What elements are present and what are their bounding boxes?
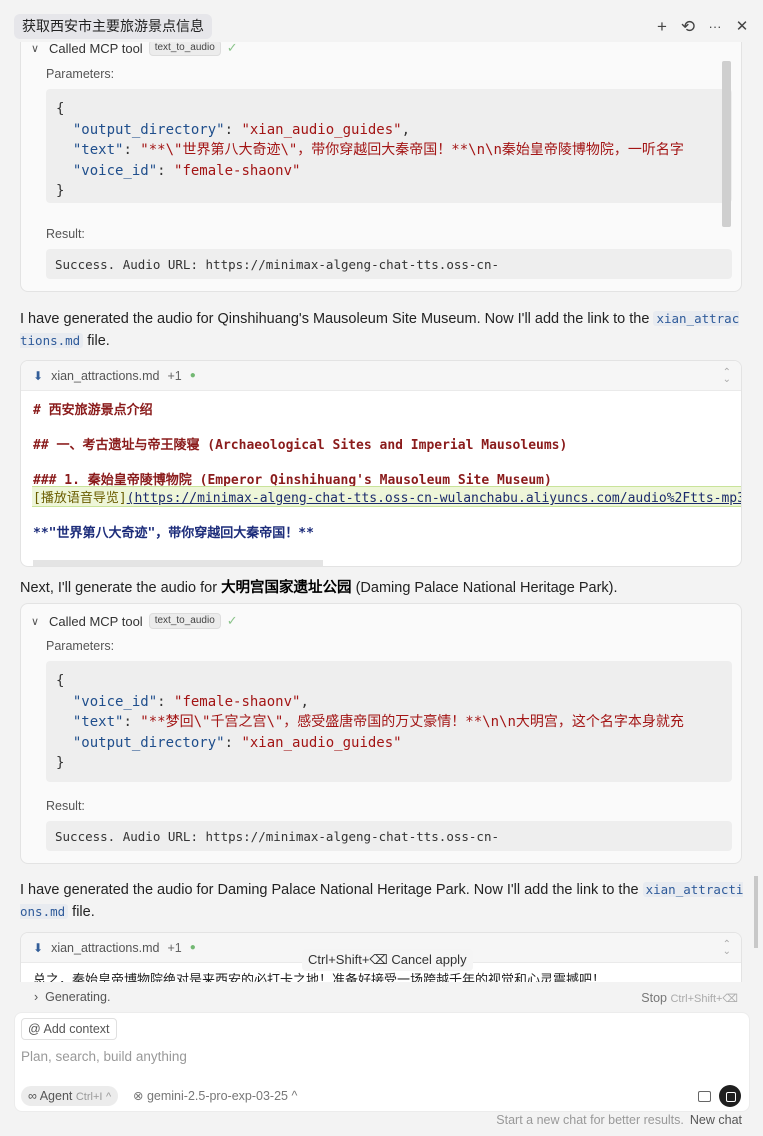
- json-value: "xian_audio_guides": [241, 734, 402, 751]
- expand-icon[interactable]: ⌃ ⌄: [723, 368, 731, 385]
- tool-name-badge: text_to_audio: [148, 613, 221, 629]
- infinity-icon: ∞: [28, 1089, 40, 1103]
- result-output: Success. Audio URL: https://minimax-alge…: [46, 821, 732, 851]
- new-chat-link[interactable]: New chat: [690, 1113, 742, 1127]
- check-icon: ✓: [226, 42, 238, 55]
- parameters-label: Parameters:: [46, 639, 115, 653]
- history-icon[interactable]: ⟲: [678, 17, 698, 37]
- expand-icon[interactable]: ⌃ ⌄: [723, 940, 731, 957]
- tool-call-card: ∨ Called MCP tool text_to_audio ✓ Parame…: [20, 603, 742, 864]
- stop-generation-button[interactable]: [719, 1085, 741, 1107]
- scrollbar[interactable]: [754, 876, 758, 948]
- chat-input-placeholder[interactable]: Plan, search, build anything: [21, 1049, 187, 1064]
- at-icon: @: [28, 1022, 44, 1036]
- chevron-up-icon: ^: [105, 1091, 112, 1103]
- md-line: ## 一、考古遗址与帝王陵寝 (Archaeological Sites and…: [33, 438, 568, 453]
- json-key: "text": [72, 142, 124, 158]
- result-label: Result:: [46, 227, 85, 241]
- md-line: # 西安旅游景点介绍: [33, 403, 153, 418]
- chat-header: 获取西安市主要旅游景点信息 + ⟲ ··· ✕: [14, 14, 758, 42]
- change-count: +1: [167, 940, 182, 955]
- json-value: "female-shaonv": [174, 162, 301, 179]
- tool-call-label: Called MCP tool: [49, 42, 143, 56]
- json-value: "**梦回\"千宫之宫\"，感受盛唐帝国的万丈豪情！**\n\n大明宫，这个名字…: [140, 714, 684, 730]
- download-arrow-icon: ⬇: [33, 368, 44, 383]
- parameters-json: { "output_directory": "xian_audio_guides…: [46, 89, 732, 203]
- cancel-apply-tooltip: Ctrl+Shift+⌫ Cancel apply: [302, 949, 473, 971]
- download-arrow-icon: ⬇: [33, 940, 44, 955]
- result-output: Success. Audio URL: https://minimax-alge…: [46, 249, 732, 279]
- add-context-button[interactable]: @ Add context: [21, 1018, 117, 1040]
- check-icon: ✓: [226, 613, 238, 628]
- close-icon[interactable]: ✕: [732, 17, 752, 37]
- result-label: Result:: [46, 799, 85, 813]
- tool-call-header[interactable]: ∨ Called MCP tool text_to_audio ✓: [31, 612, 238, 630]
- tool-call-label: Called MCP tool: [49, 613, 143, 629]
- horizontal-scrollbar[interactable]: [33, 560, 323, 566]
- md-link-text: [播放语音导览]: [33, 491, 127, 506]
- parameters-label: Parameters:: [46, 67, 115, 81]
- generating-status[interactable]: › Generating.: [34, 990, 110, 1004]
- chat-title[interactable]: 获取西安市主要旅游景点信息: [14, 14, 212, 39]
- chat-messages: ∨ Called MCP tool text_to_audio ✓ Parame…: [6, 42, 758, 982]
- file-name: xian_attractions.md: [51, 368, 160, 383]
- json-key: "voice_id": [72, 693, 158, 710]
- md-line: **"世界第八大奇迹"，带你穿越回大秦帝国！**: [33, 526, 314, 541]
- scrollbar[interactable]: [722, 61, 731, 227]
- tool-call-header[interactable]: ∨ Called MCP tool text_to_audio ✓: [31, 42, 238, 57]
- json-value: "female-shaonv": [174, 693, 301, 710]
- footer-hint: Start a new chat for better results.: [496, 1113, 684, 1127]
- tool-call-card: ∨ Called MCP tool text_to_audio ✓ Parame…: [20, 42, 742, 292]
- chevron-up-icon: ^: [291, 1089, 298, 1103]
- new-chat-icon[interactable]: +: [652, 17, 672, 37]
- model-selector[interactable]: ⊗ gemini-2.5-pro-exp-03-25 ^: [133, 1088, 297, 1103]
- chevron-down-icon: ∨: [31, 42, 40, 55]
- json-key: "output_directory": [72, 734, 225, 751]
- json-key: "output_directory": [72, 121, 225, 138]
- bold-text: 大明宫国家遗址公园: [221, 580, 352, 596]
- parameters-json: { "voice_id": "female-shaonv", "text": "…: [46, 661, 732, 782]
- chevron-down-icon: ∨: [31, 615, 40, 628]
- json-key: "voice_id": [72, 162, 158, 179]
- md-added-line: [播放语音导览](https://minimax-algeng-chat-tts…: [32, 486, 741, 507]
- more-icon[interactable]: ···: [705, 17, 725, 37]
- file-edit-header[interactable]: ⬇ xian_attractions.md +1 ● ⌃ ⌄: [21, 361, 741, 391]
- image-icon[interactable]: [698, 1091, 711, 1102]
- tool-name-badge: text_to_audio: [148, 42, 221, 56]
- chat-panel: 获取西安市主要旅游景点信息 + ⟲ ··· ✕ ∨ Called MCP too…: [6, 8, 758, 1128]
- assistant-message: Next, I'll generate the audio for 大明宫国家遗…: [20, 580, 618, 596]
- change-count: +1: [167, 368, 182, 383]
- composer: › Generating. Stop Ctrl+Shift+⌫ @ Add co…: [6, 982, 758, 1117]
- footer: Start a new chat for better results. New …: [496, 1113, 742, 1127]
- agent-mode-selector[interactable]: ∞ Agent Ctrl+I ^: [21, 1086, 119, 1106]
- json-value: "xian_audio_guides": [241, 121, 402, 138]
- file-edit-card: ⬇ xian_attractions.md +1 ● ⌃ ⌄ # 西安旅游景点介绍…: [20, 360, 742, 567]
- json-key: "text": [72, 714, 124, 730]
- file-name: xian_attractions.md: [51, 940, 160, 955]
- model-icon: ⊗: [133, 1089, 147, 1103]
- status-dot-icon: ●: [189, 942, 196, 953]
- json-value: "**\"世界第八大奇迹\"，带你穿越回大秦帝国！**\n\n秦始皇帝陵博物院，…: [140, 142, 684, 158]
- stop-button[interactable]: Stop Ctrl+Shift+⌫: [641, 991, 738, 1005]
- status-dot-icon: ●: [189, 370, 196, 381]
- chevron-right-icon: ›: [34, 990, 46, 1004]
- assistant-message: I have generated the audio for Qinshihua…: [20, 311, 740, 349]
- chat-input[interactable]: @ Add context Plan, search, build anythi…: [14, 1012, 750, 1112]
- md-link-url[interactable]: (https://minimax-algeng-chat-tts.oss-cn-…: [127, 491, 741, 506]
- assistant-message: I have generated the audio for Daming Pa…: [20, 882, 744, 920]
